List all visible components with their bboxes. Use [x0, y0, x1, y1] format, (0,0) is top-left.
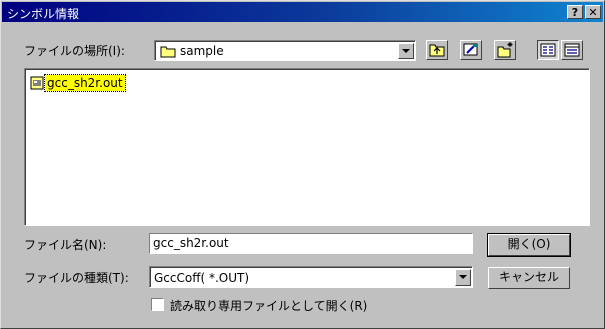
lookin-dropdown[interactable]: sample: [154, 40, 416, 61]
file-name: gcc_sh2r.out: [44, 74, 126, 92]
filename-label: ファイル名(N):: [24, 238, 107, 252]
lookin-label: ファイルの場所(I):: [24, 44, 125, 58]
new-folder-button[interactable]: [494, 40, 516, 60]
details-view-button[interactable]: [561, 40, 583, 60]
list-view-button[interactable]: [537, 40, 559, 60]
list-view-icon: [540, 43, 556, 57]
close-button[interactable]: ✕: [585, 5, 601, 19]
up-folder-button[interactable]: [426, 40, 448, 60]
filetype-dropdown[interactable]: GccCoff( *.OUT): [149, 266, 473, 288]
readonly-label[interactable]: 読み取り専用ファイルとして開く(R): [170, 297, 367, 314]
file-icon: [30, 76, 44, 90]
help-button[interactable]: ?: [567, 5, 583, 19]
readonly-checkbox[interactable]: [151, 298, 164, 311]
lookin-value: sample: [180, 44, 224, 58]
open-file-dialog: シンボル情報 ? ✕ ファイルの場所(I): sample gcc_sh2r.o…: [0, 0, 605, 329]
desktop-icon: [463, 43, 478, 56]
filetype-label: ファイルの種類(T):: [24, 271, 129, 285]
file-list[interactable]: gcc_sh2r.out: [24, 68, 590, 226]
desktop-button[interactable]: [460, 40, 482, 60]
filetype-dropdown-arrow[interactable]: [455, 269, 471, 286]
open-button[interactable]: 開く(O): [487, 233, 571, 257]
new-folder-icon: [497, 42, 513, 58]
up-folder-icon: [429, 44, 445, 57]
cancel-button[interactable]: キャンセル: [488, 267, 570, 289]
title-bar[interactable]: シンボル情報 ? ✕: [2, 2, 603, 22]
filetype-value: GccCoff( *.OUT): [154, 271, 250, 285]
folder-icon: [160, 46, 176, 58]
lookin-dropdown-arrow[interactable]: [398, 43, 414, 59]
filename-value: gcc_sh2r.out: [153, 236, 229, 250]
details-view-icon: [564, 43, 580, 57]
filename-input[interactable]: gcc_sh2r.out: [149, 233, 473, 254]
dialog-title: シンボル情報: [7, 7, 80, 21]
